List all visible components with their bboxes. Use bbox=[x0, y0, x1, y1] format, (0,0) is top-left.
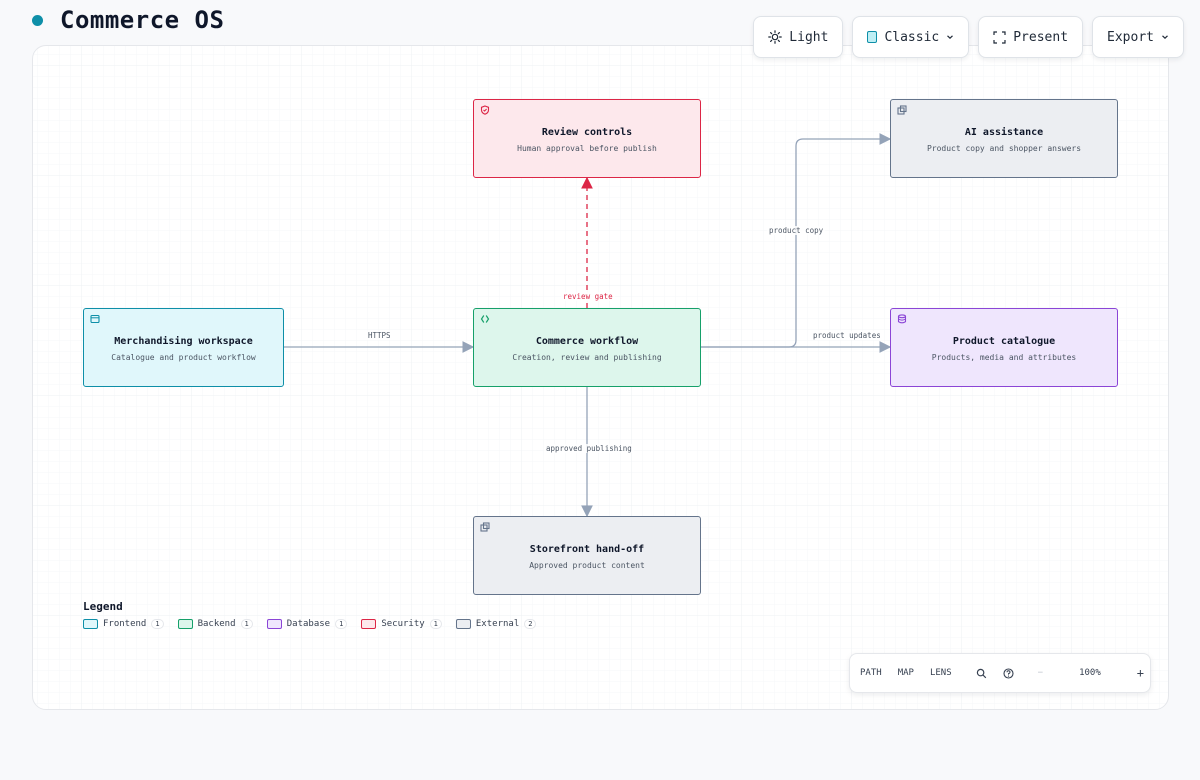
chevron-down-icon bbox=[947, 35, 954, 40]
external-box-icon bbox=[480, 522, 490, 532]
present-label: Present bbox=[1013, 29, 1069, 45]
legend-label: External bbox=[475, 619, 520, 629]
legend-swatch bbox=[83, 619, 98, 629]
legend-swatch bbox=[177, 619, 193, 629]
node-ai-assistance[interactable]: AI assistance Product copy and shopper a… bbox=[890, 99, 1118, 178]
export-label: Export bbox=[1107, 29, 1154, 45]
node-subtitle: Products, media and attributes bbox=[931, 353, 1077, 362]
legend-swatch bbox=[266, 619, 282, 629]
path-button[interactable]: PATH bbox=[850, 668, 890, 678]
node-subtitle: Human approval before publish bbox=[517, 144, 657, 153]
legend-item-database[interactable]: Database 1 bbox=[266, 619, 348, 629]
edge-product-copy[interactable] bbox=[701, 133, 892, 348]
legend-label: Database bbox=[286, 619, 331, 629]
edge-label-product-updates: product updates bbox=[811, 331, 883, 340]
edge-label-https: HTTPS bbox=[366, 331, 393, 340]
node-subtitle: Product copy and shopper answers bbox=[926, 144, 1082, 153]
legend-count: 1 bbox=[240, 619, 253, 629]
node-title: Storefront hand-off bbox=[529, 544, 645, 555]
node-subtitle: Approved product content bbox=[529, 561, 645, 570]
node-subtitle: Creation, review and publishing bbox=[512, 353, 662, 362]
code-braces-icon bbox=[480, 315, 490, 323]
legend-label: Frontend bbox=[103, 619, 147, 629]
search-button[interactable] bbox=[968, 668, 995, 679]
legend-item-security[interactable]: Security 1 bbox=[361, 619, 442, 629]
present-button[interactable]: Present bbox=[978, 16, 1084, 58]
zoom-level: 100% bbox=[1079, 668, 1101, 678]
node-review-controls[interactable]: Review controls Human approval before pu… bbox=[473, 99, 701, 178]
fullscreen-icon bbox=[993, 30, 1006, 44]
app-title: Commerce OS bbox=[60, 6, 225, 34]
legend-count: 1 bbox=[429, 619, 442, 629]
legend-item-external[interactable]: External 2 bbox=[455, 619, 537, 629]
legend-swatch bbox=[455, 619, 471, 629]
legend: Legend Frontend 1 Backend 1 Database 1 S… bbox=[83, 600, 537, 629]
node-commerce-workflow[interactable]: Commerce workflow Creation, review and p… bbox=[473, 308, 701, 387]
legend-count: 2 bbox=[524, 619, 537, 629]
node-title: Merchandising workspace bbox=[114, 336, 253, 347]
legend-item-backend[interactable]: Backend 1 bbox=[177, 619, 253, 629]
style-swatch bbox=[867, 31, 878, 43]
app-header: Commerce OS bbox=[32, 6, 224, 34]
help-button[interactable] bbox=[995, 667, 1022, 679]
style-label: Classic bbox=[884, 29, 940, 45]
theme-toggle-button[interactable]: Light bbox=[753, 16, 844, 58]
node-title: Review controls bbox=[541, 127, 633, 138]
external-box-icon bbox=[897, 105, 907, 115]
theme-label: Light bbox=[789, 29, 829, 45]
edge-label-review-gate: review gate bbox=[561, 292, 615, 301]
legend-item-frontend[interactable]: Frontend 1 bbox=[83, 619, 164, 629]
sun-icon bbox=[768, 30, 783, 44]
chevron-down-icon bbox=[1162, 35, 1168, 40]
node-title: Product catalogue bbox=[952, 336, 1056, 347]
legend-label: Security bbox=[381, 619, 425, 629]
diagram-canvas[interactable]: HTTPS review gate product copy product u… bbox=[32, 45, 1169, 710]
shield-icon bbox=[480, 105, 490, 115]
node-title: AI assistance bbox=[964, 127, 1044, 138]
edge-label-product-copy: product copy bbox=[767, 226, 826, 235]
legend-swatch bbox=[361, 619, 377, 629]
legend-label: Backend bbox=[197, 619, 236, 629]
export-button[interactable]: Export bbox=[1092, 16, 1184, 58]
zoom-in-button[interactable]: + bbox=[1129, 666, 1152, 680]
style-select[interactable]: Classic bbox=[852, 16, 970, 58]
map-button[interactable]: MAP bbox=[890, 668, 922, 678]
status-dot bbox=[32, 14, 43, 26]
zoom-out-button[interactable]: − bbox=[1030, 668, 1051, 678]
help-icon bbox=[1003, 667, 1014, 679]
toolbar: Light Classic Present Export bbox=[753, 16, 1184, 58]
node-title: Commerce workflow bbox=[535, 336, 639, 347]
database-icon bbox=[897, 314, 907, 324]
node-storefront-handoff[interactable]: Storefront hand-off Approved product con… bbox=[473, 516, 701, 595]
legend-title: Legend bbox=[83, 600, 123, 613]
node-subtitle: Catalogue and product workflow bbox=[111, 353, 256, 362]
canvas-controls: PATH MAP LENS − 100% + bbox=[849, 653, 1151, 693]
node-product-catalogue[interactable]: Product catalogue Products, media and at… bbox=[890, 308, 1118, 387]
edge-label-approved-publishing: approved publishing bbox=[544, 444, 634, 453]
node-merchandising-workspace[interactable]: Merchandising workspace Catalogue and pr… bbox=[83, 308, 284, 387]
legend-count: 1 bbox=[151, 619, 164, 629]
legend-count: 1 bbox=[335, 619, 348, 629]
search-icon bbox=[976, 668, 986, 678]
lens-button[interactable]: LENS bbox=[922, 668, 960, 678]
browser-window-icon bbox=[90, 314, 100, 324]
